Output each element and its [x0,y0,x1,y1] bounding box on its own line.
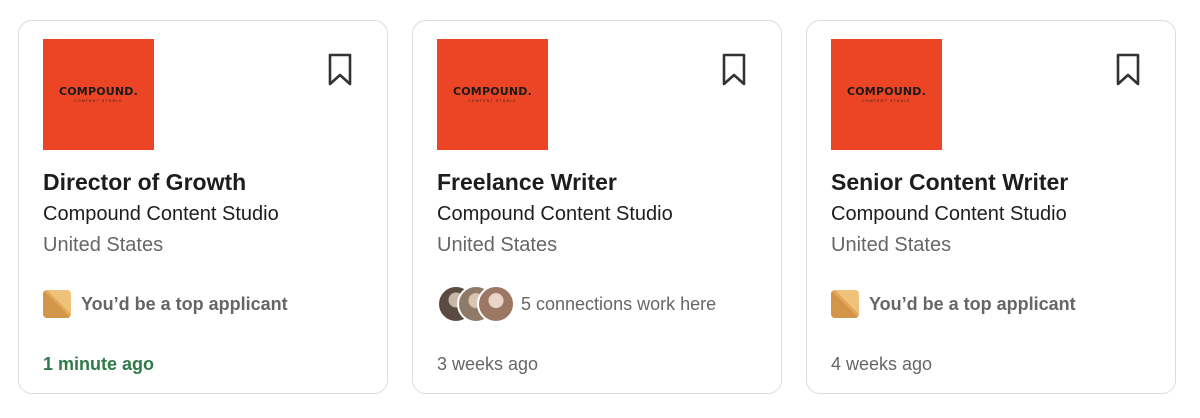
logo-tagline: CONTENT STUDIO [74,99,123,103]
insight-text: You’d be a top applicant [869,293,1076,314]
job-location: United States [831,234,952,256]
logo-tagline: CONTENT STUDIO [862,99,911,103]
logo-tagline: CONTENT STUDIO [468,99,517,103]
logo-wordmark: COMPOUND. [846,85,927,98]
company-logo[interactable]: COMPOUND. CONTENT STUDIO [43,39,154,150]
posted-time: 1 minute ago [43,354,155,374]
insight-text: You’d be a top applicant [81,293,288,314]
job-location: United States [43,234,164,256]
insight-text: 5 connections work here [521,293,717,314]
top-applicant-badge-icon [831,290,859,318]
company-name: Compound Content Studio [831,203,1067,225]
company-logo[interactable]: COMPOUND. CONTENT STUDIO [437,39,548,150]
bookmark-icon[interactable] [721,53,747,87]
job-insight: You’d be a top applicant [831,285,1076,323]
job-insight: You’d be a top applicant [43,285,288,323]
job-title[interactable]: Senior Content Writer [831,169,1068,196]
posted-time: 3 weeks ago [437,354,539,374]
job-location: United States [437,234,558,256]
avatar [477,285,515,323]
job-card[interactable]: COMPOUND. CONTENT STUDIO Freelance Write… [412,20,782,394]
bookmark-icon[interactable] [327,53,353,87]
top-applicant-badge-icon [43,290,71,318]
job-cards-row: COMPOUND. CONTENT STUDIO Director of Gro… [0,0,1200,418]
connections-avatars[interactable] [437,285,515,323]
posted-time: 4 weeks ago [831,354,933,374]
job-insight: 5 connections work here [437,285,716,323]
company-logo[interactable]: COMPOUND. CONTENT STUDIO [831,39,942,150]
job-title[interactable]: Director of Growth [43,169,246,196]
logo-wordmark: COMPOUND. [58,85,139,98]
bookmark-icon[interactable] [1115,53,1141,87]
job-title[interactable]: Freelance Writer [437,169,617,196]
logo-wordmark: COMPOUND. [452,85,533,98]
company-name: Compound Content Studio [43,203,279,225]
job-card[interactable]: COMPOUND. CONTENT STUDIO Director of Gro… [18,20,388,394]
job-card[interactable]: COMPOUND. CONTENT STUDIO Senior Content … [806,20,1176,394]
company-name: Compound Content Studio [437,203,673,225]
